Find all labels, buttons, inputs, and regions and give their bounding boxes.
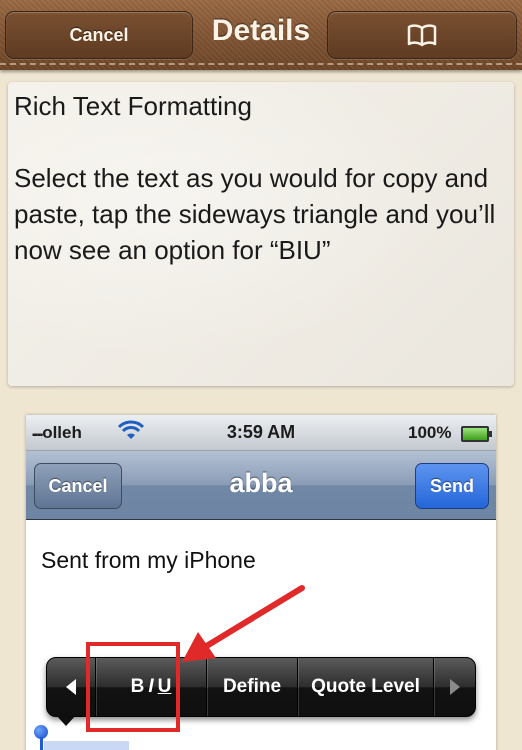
- status-bar: ▪▪▪▪olleh 3:59 AM 100%: [26, 415, 496, 451]
- book-button[interactable]: [327, 11, 517, 59]
- book-icon: [407, 24, 437, 47]
- mail-nav-bar: Cancel abba Send: [26, 451, 496, 520]
- note-text[interactable]: Rich Text Formatting Select the text as …: [14, 88, 504, 268]
- battery-icon: [461, 426, 492, 442]
- selection-caret: [40, 737, 43, 750]
- menu-pointer: [55, 714, 77, 726]
- red-highlight-box: [86, 642, 180, 732]
- send-button[interactable]: Send: [415, 463, 489, 509]
- note-editor[interactable]: Rich Text Formatting Select the text as …: [8, 82, 514, 386]
- triangle-right-icon: [449, 679, 460, 695]
- top-toolbar: Cancel Details: [0, 0, 522, 70]
- selection-highlight: [44, 741, 129, 750]
- battery-percent: 100%: [408, 423, 452, 442]
- triangle-left-icon: [66, 679, 76, 695]
- quote-level-button[interactable]: Quote Level: [298, 658, 433, 716]
- red-arrow-icon: [182, 585, 305, 662]
- menu-forward-button[interactable]: [434, 658, 475, 716]
- stitch-divider: [0, 63, 522, 65]
- mail-body-text[interactable]: Sent from my iPhone: [41, 547, 256, 574]
